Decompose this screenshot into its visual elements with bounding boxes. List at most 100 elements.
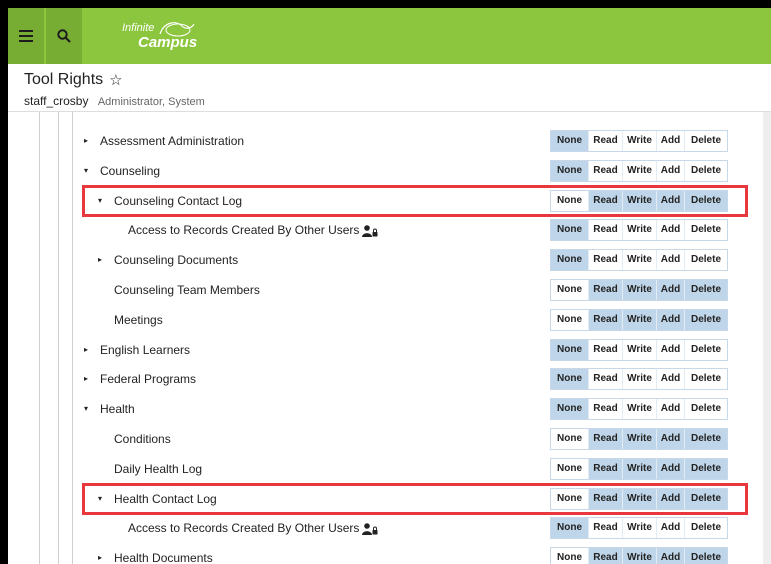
right-write-button[interactable]: Write — [623, 488, 657, 509]
right-add-button[interactable]: Add — [657, 429, 685, 449]
tool-row[interactable]: Access to Records Created By Other Users… — [8, 513, 758, 543]
caret-down-icon[interactable]: ▾ — [84, 394, 88, 424]
caret-right-icon[interactable]: ▸ — [84, 335, 88, 365]
right-write-button[interactable]: Write — [623, 429, 657, 449]
right-none-button[interactable]: None — [551, 518, 589, 539]
right-write-button[interactable]: Write — [623, 280, 657, 300]
right-delete-button[interactable]: Delete — [685, 220, 727, 241]
right-add-button[interactable]: Add — [657, 369, 685, 390]
right-none-button[interactable]: None — [551, 220, 589, 241]
tool-row[interactable]: Meetings None Read Write Add Delete — [8, 305, 758, 335]
right-read-button[interactable]: Read — [589, 429, 623, 449]
tool-row[interactable]: ▸ Health Documents None Read Write Add Delete — [8, 543, 758, 564]
tool-row[interactable]: ▸ Assessment Administration None Read Write A… — [8, 126, 758, 156]
right-read-button[interactable]: Read — [589, 131, 623, 151]
right-write-button[interactable]: Write — [623, 518, 657, 539]
right-none-button[interactable]: None — [551, 280, 589, 300]
right-add-button[interactable]: Add — [657, 458, 685, 479]
search-button[interactable] — [46, 8, 82, 64]
right-delete-button[interactable]: Delete — [685, 280, 727, 300]
right-delete-button[interactable]: Delete — [685, 250, 727, 271]
tool-row[interactable]: ▾ Health Contact Log None Read Write Add Delet… — [8, 484, 758, 514]
caret-right-icon[interactable]: ▸ — [98, 543, 102, 564]
right-add-button[interactable]: Add — [657, 220, 685, 241]
caret-down-icon[interactable]: ▾ — [98, 186, 102, 216]
right-add-button[interactable]: Add — [657, 160, 685, 181]
right-none-button[interactable]: None — [551, 339, 589, 360]
right-write-button[interactable]: Write — [623, 190, 657, 211]
right-delete-button[interactable]: Delete — [685, 309, 727, 330]
right-delete-button[interactable]: Delete — [685, 518, 727, 539]
favorite-star-icon[interactable]: ☆ — [109, 71, 122, 89]
right-read-button[interactable]: Read — [589, 190, 623, 211]
right-read-button[interactable]: Read — [589, 250, 623, 271]
menu-button[interactable] — [8, 8, 44, 64]
right-delete-button[interactable]: Delete — [685, 399, 727, 420]
right-add-button[interactable]: Add — [657, 280, 685, 300]
infinite-campus-logo[interactable]: Infinite Campus — [98, 16, 218, 56]
right-write-button[interactable]: Write — [623, 160, 657, 181]
right-delete-button[interactable]: Delete — [685, 488, 727, 509]
right-delete-button[interactable]: Delete — [685, 548, 727, 564]
right-read-button[interactable]: Read — [589, 339, 623, 360]
right-write-button[interactable]: Write — [623, 399, 657, 420]
right-delete-button[interactable]: Delete — [685, 190, 727, 211]
tool-row[interactable]: ▸ Federal Programs None Read Write Add Delete — [8, 364, 758, 394]
right-write-button[interactable]: Write — [623, 548, 657, 564]
caret-right-icon[interactable]: ▸ — [84, 126, 88, 156]
right-add-button[interactable]: Add — [657, 518, 685, 539]
caret-down-icon[interactable]: ▾ — [84, 156, 88, 186]
right-delete-button[interactable]: Delete — [685, 131, 727, 151]
tool-row[interactable]: Counseling Team Members None Read Write Add D… — [8, 275, 758, 305]
right-none-button[interactable]: None — [551, 190, 589, 211]
tool-row[interactable]: ▸ English Learners None Read Write Add Delete — [8, 335, 758, 365]
right-none-button[interactable]: None — [551, 369, 589, 390]
right-delete-button[interactable]: Delete — [685, 458, 727, 479]
caret-right-icon[interactable]: ▸ — [84, 364, 88, 394]
right-read-button[interactable]: Read — [589, 399, 623, 420]
right-read-button[interactable]: Read — [589, 488, 623, 509]
tool-row[interactable]: Access to Records Created By Other Users… — [8, 215, 758, 245]
tool-row[interactable]: ▾ Counseling Contact Log None Read Write Add D… — [8, 186, 758, 216]
right-read-button[interactable]: Read — [589, 220, 623, 241]
right-write-button[interactable]: Write — [623, 220, 657, 241]
right-write-button[interactable]: Write — [623, 339, 657, 360]
tool-row[interactable]: Daily Health Log None Read Write Add Delete — [8, 454, 758, 484]
right-none-button[interactable]: None — [551, 399, 589, 420]
right-none-button[interactable]: None — [551, 250, 589, 271]
right-add-button[interactable]: Add — [657, 190, 685, 211]
right-read-button[interactable]: Read — [589, 458, 623, 479]
tool-row[interactable]: ▾ Counseling None Read Write Add Delete — [8, 156, 758, 186]
right-write-button[interactable]: Write — [623, 369, 657, 390]
right-add-button[interactable]: Add — [657, 131, 685, 151]
right-read-button[interactable]: Read — [589, 309, 623, 330]
right-none-button[interactable]: None — [551, 131, 589, 151]
right-none-button[interactable]: None — [551, 548, 589, 564]
right-none-button[interactable]: None — [551, 488, 589, 509]
right-none-button[interactable]: None — [551, 160, 589, 181]
right-add-button[interactable]: Add — [657, 399, 685, 420]
right-read-button[interactable]: Read — [589, 160, 623, 181]
right-delete-button[interactable]: Delete — [685, 160, 727, 181]
tool-row[interactable]: Conditions None Read Write Add Delete — [8, 424, 758, 454]
right-write-button[interactable]: Write — [623, 458, 657, 479]
right-add-button[interactable]: Add — [657, 548, 685, 564]
right-add-button[interactable]: Add — [657, 309, 685, 330]
right-none-button[interactable]: None — [551, 309, 589, 330]
scrollbar[interactable] — [763, 112, 771, 564]
tool-row[interactable]: ▾ Health None Read Write Add Delete — [8, 394, 758, 424]
right-delete-button[interactable]: Delete — [685, 339, 727, 360]
right-add-button[interactable]: Add — [657, 339, 685, 360]
right-read-button[interactable]: Read — [589, 369, 623, 390]
right-write-button[interactable]: Write — [623, 250, 657, 271]
right-read-button[interactable]: Read — [589, 518, 623, 539]
right-none-button[interactable]: None — [551, 429, 589, 449]
right-add-button[interactable]: Add — [657, 250, 685, 271]
right-delete-button[interactable]: Delete — [685, 429, 727, 449]
right-none-button[interactable]: None — [551, 458, 589, 479]
right-write-button[interactable]: Write — [623, 309, 657, 330]
caret-right-icon[interactable]: ▸ — [98, 245, 102, 275]
right-write-button[interactable]: Write — [623, 131, 657, 151]
right-read-button[interactable]: Read — [589, 280, 623, 300]
tool-row[interactable]: ▸ Counseling Documents None Read Write Add Del… — [8, 245, 758, 275]
